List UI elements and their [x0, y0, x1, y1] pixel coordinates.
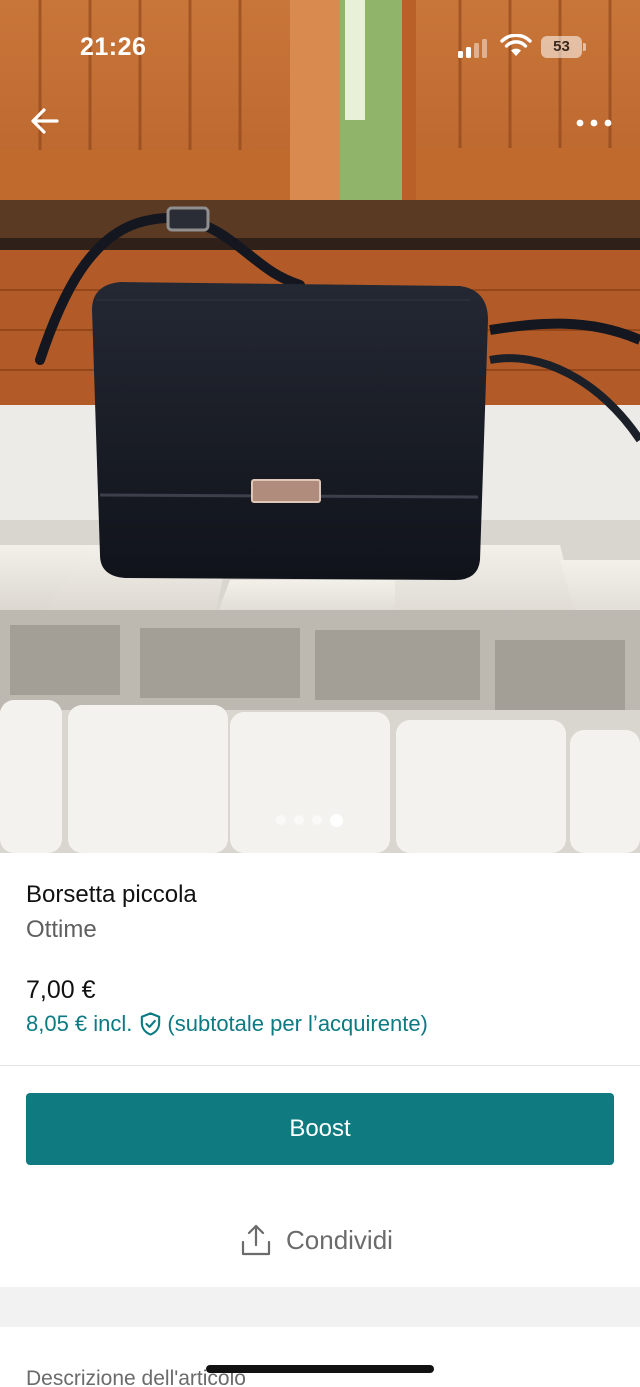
product-photo[interactable] — [0, 0, 640, 853]
divider — [0, 1065, 640, 1066]
item-condition: Ottime — [26, 916, 97, 943]
gallery-pagination — [276, 813, 343, 827]
share-icon — [241, 1224, 271, 1256]
battery-level: 53 — [541, 36, 582, 58]
boost-button[interactable]: Boost — [26, 1093, 614, 1165]
bag-photo-illustration — [0, 0, 640, 853]
arrow-left-icon — [31, 108, 59, 134]
buyer-price: 8,05 € incl. — [26, 1011, 133, 1036]
share-button[interactable]: Condividi — [240, 1218, 393, 1262]
boost-button-label: Boost — [289, 1115, 351, 1142]
more-horizontal-icon — [576, 119, 612, 127]
gallery-dot[interactable] — [294, 815, 304, 825]
wifi-icon — [500, 34, 532, 56]
buyer-price-info[interactable]: 8,05 € incl. (subtotale per l’acquirente… — [26, 1011, 428, 1037]
more-options-button[interactable] — [568, 100, 620, 146]
gallery-dot-active[interactable] — [330, 813, 343, 827]
shield-check-icon — [141, 1012, 161, 1036]
item-price: 7,00 € — [26, 976, 96, 1004]
buyer-price-note: (subtotale per l’acquirente) — [167, 1011, 428, 1036]
back-button[interactable] — [22, 98, 68, 144]
home-indicator[interactable] — [206, 1365, 434, 1373]
gallery-dot[interactable] — [312, 815, 322, 825]
gallery-dot[interactable] — [276, 815, 286, 825]
cellular-signal-icon — [458, 38, 490, 58]
item-title: Borsetta piccola — [26, 881, 197, 908]
share-button-label: Condividi — [286, 1224, 393, 1255]
battery-icon: 53 — [541, 36, 587, 58]
status-time: 21:26 — [80, 33, 147, 61]
status-bar: 21:26 53 — [0, 0, 640, 96]
section-separator — [0, 1287, 640, 1327]
